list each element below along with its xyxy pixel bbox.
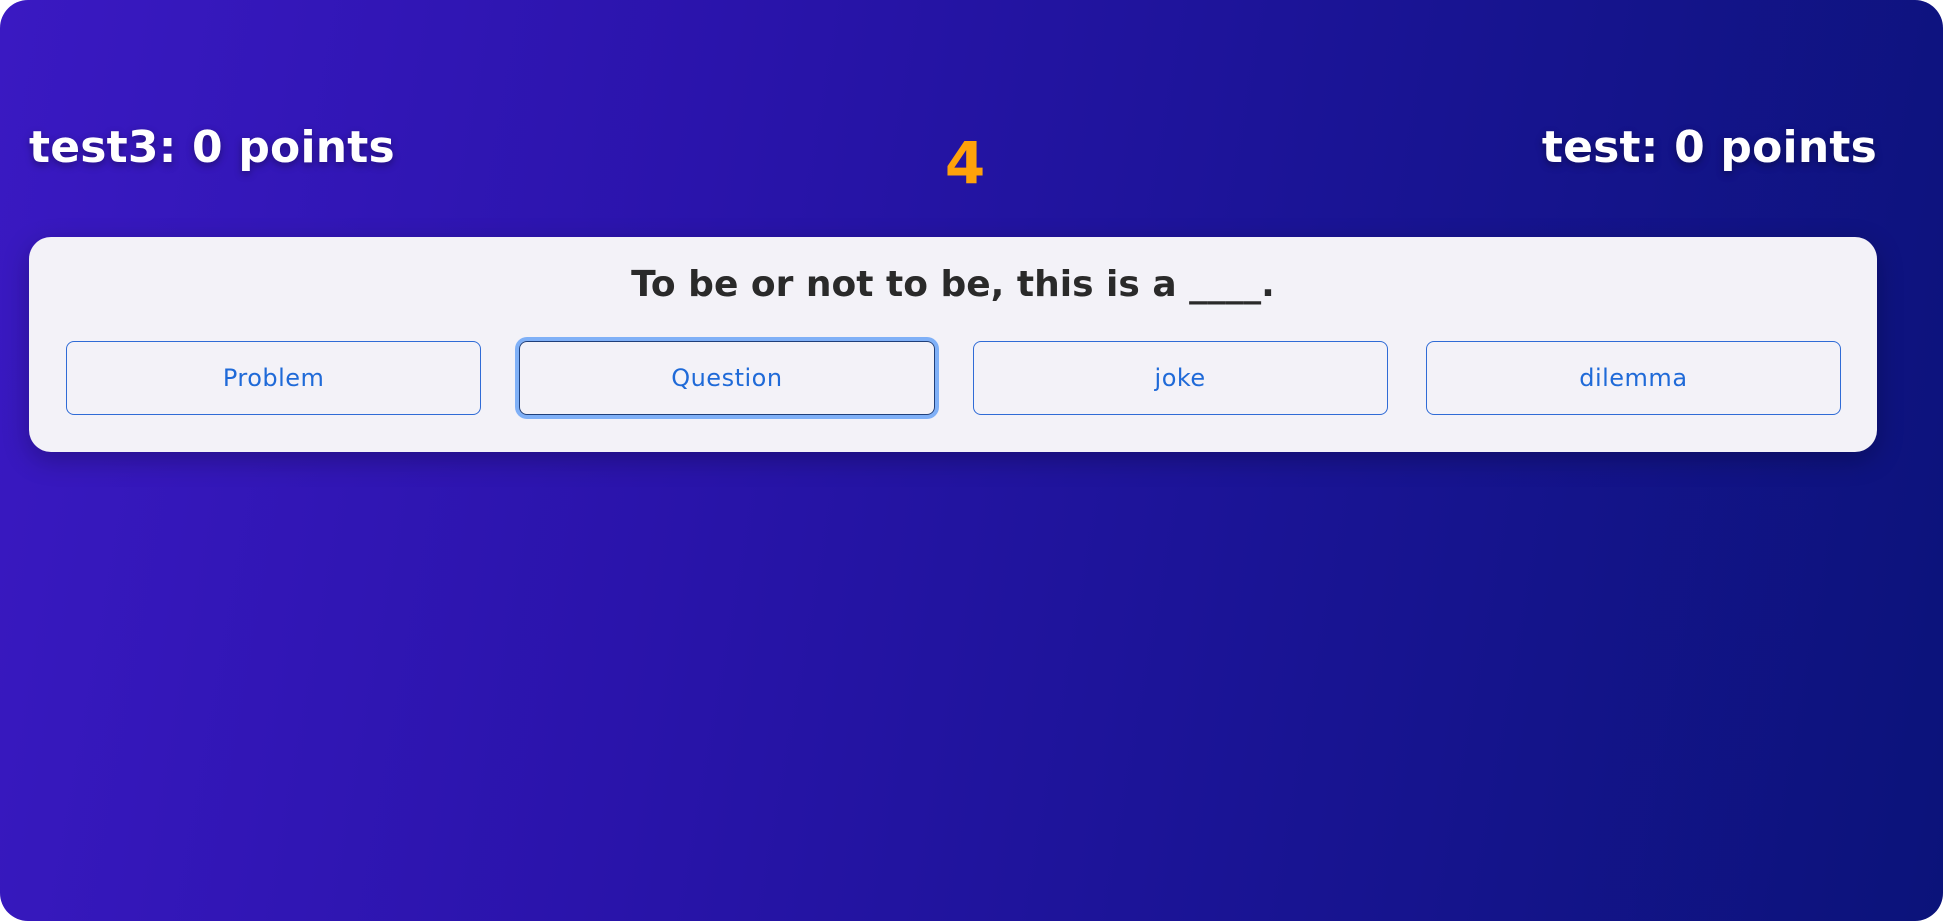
answer-option-dilemma[interactable]: dilemma bbox=[1425, 341, 1841, 415]
countdown-timer: 4 bbox=[944, 129, 986, 197]
answer-options: Problem Question joke dilemma bbox=[66, 341, 1841, 415]
player-score-right: test: 0 points bbox=[1541, 122, 1877, 173]
player-score-left: test3: 0 points bbox=[29, 122, 395, 173]
question-card: To be or not to be, this is a ____. Prob… bbox=[29, 237, 1877, 452]
question-text: To be or not to be, this is a ____. bbox=[631, 264, 1275, 305]
answer-option-problem[interactable]: Problem bbox=[66, 341, 482, 415]
answer-option-joke[interactable]: joke bbox=[972, 341, 1388, 415]
answer-option-question[interactable]: Question bbox=[519, 341, 935, 415]
quiz-screen: test3: 0 points 4 test: 0 points To be o… bbox=[0, 0, 1943, 921]
